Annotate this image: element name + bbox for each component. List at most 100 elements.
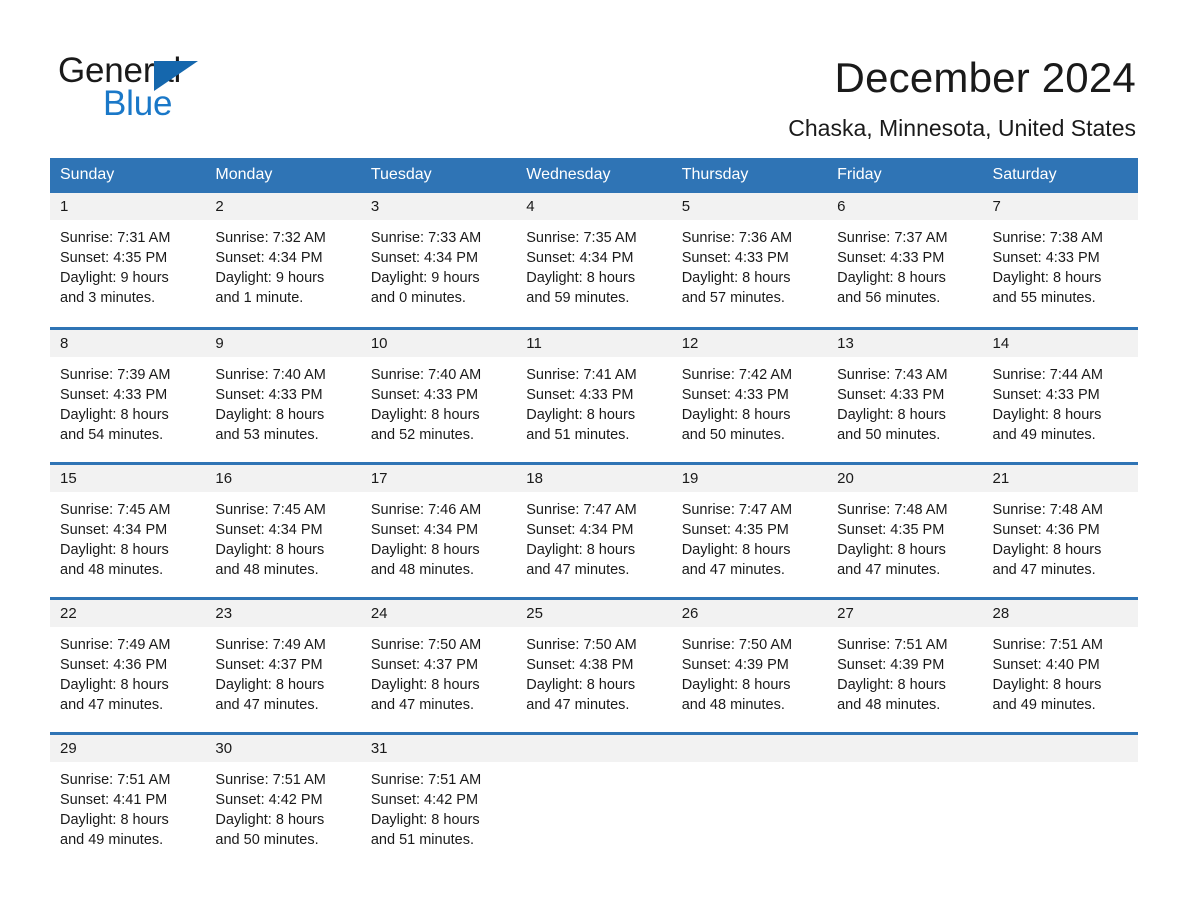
daylight-text-line2: and 47 minutes.	[60, 696, 164, 713]
calendar-day-cell[interactable]: 18 Sunrise: 7:47 AM Sunset: 4:34 PM Dayligh…	[516, 461, 672, 598]
calendar-day-cell[interactable]: 9 Sunrise: 7:40 AM Sunset: 4:33 PM Daylight…	[205, 326, 361, 463]
calendar-day-cell[interactable]: 17 Sunrise: 7:46 AM Sunset: 4:34 PM Dayligh…	[360, 461, 517, 598]
calendar-day-cell[interactable]: 3 Sunrise: 7:33 AM Sunset: 4:34 PM Daylight…	[360, 193, 517, 328]
calendar-day-cell[interactable]: 30 Sunrise: 7:51 AM Sunset: 4:42 PM Dayligh…	[205, 731, 361, 853]
sunrise-text: Sunrise: 7:51 AM	[60, 771, 171, 788]
calendar-container: Sunday Monday Tuesday Wednesday Thursday…	[50, 158, 1138, 853]
day-sun-info: Sunrise: 7:50 AM Sunset: 4:38 PM Daylight:…	[516, 627, 671, 715]
day-sun-info: Sunrise: 7:43 AM Sunset: 4:33 PM Daylight:…	[827, 357, 982, 445]
daylight-text-line2: and 47 minutes.	[526, 696, 630, 713]
calendar-day-cell[interactable]: 31 Sunrise: 7:51 AM Sunset: 4:42 PM Dayligh…	[360, 731, 517, 853]
weekday-header-monday: Monday	[205, 158, 361, 193]
sunrise-text: Sunrise: 7:33 AM	[370, 230, 482, 246]
day-sun-info: Sunrise: 7:42 AM Sunset: 4:33 PM Daylight:…	[672, 357, 827, 445]
daylight-text-line1: Daylight: 8 hours	[215, 676, 325, 693]
calendar-week-row: 15 Sunrise: 7:45 AM Sunset: 4:34 PM Dayligh…	[50, 461, 1138, 598]
day-sun-info: Sunrise: 7:40 AM Sunset: 4:33 PM Daylight:…	[205, 357, 360, 445]
calendar-day-cell[interactable]: 19 Sunrise: 7:47 AM Sunset: 4:35 PM Dayligh…	[671, 461, 828, 598]
day-sun-info: Sunrise: 7:41 AM Sunset: 4:33 PM Daylight:…	[516, 357, 671, 445]
calendar-day-cell[interactable]: 8 Sunrise: 7:39 AM Sunset: 4:33 PM Daylight…	[50, 326, 206, 463]
calendar-day-cell[interactable]: 29 Sunrise: 7:51 AM Sunset: 4:41 PM Dayligh…	[50, 731, 206, 853]
calendar-day-cell[interactable]: 27 Sunrise: 7:51 AM Sunset: 4:39 PM Dayligh…	[827, 596, 983, 733]
daylight-text-line1: Daylight: 9 hours	[370, 270, 480, 286]
day-number: 15	[50, 464, 206, 492]
page-title: December 2024	[834, 54, 1136, 101]
calendar-day-cell[interactable]: 25 Sunrise: 7:50 AM Sunset: 4:38 PM Dayligh…	[516, 596, 672, 733]
sunset-text: Sunset: 4:34 PM	[526, 250, 634, 266]
daylight-text-line1: Daylight: 8 hours	[370, 406, 480, 423]
daylight-text-line1: Daylight: 8 hours	[215, 811, 325, 828]
day-sun-info: Sunrise: 7:45 AM Sunset: 4:34 PM Daylight:…	[205, 492, 360, 580]
calendar-day-cell[interactable]: 21 Sunrise: 7:48 AM Sunset: 4:36 PM Dayligh…	[982, 461, 1138, 598]
sunrise-text: Sunrise: 7:36 AM	[681, 230, 793, 246]
calendar-day-cell[interactable]: 6 Sunrise: 7:37 AM Sunset: 4:33 PM Daylight…	[827, 193, 983, 328]
daylight-text-line2: and 48 minutes.	[370, 561, 475, 578]
daylight-text-line1: Daylight: 8 hours	[992, 541, 1102, 558]
day-sun-info: Sunrise: 7:51 AM Sunset: 4:42 PM Daylight:…	[205, 762, 360, 850]
sunrise-text: Sunrise: 7:51 AM	[370, 771, 482, 788]
daylight-text-line1: Daylight: 8 hours	[60, 811, 169, 828]
daylight-text-line2: and 56 minutes.	[837, 290, 941, 306]
calendar-day-cell[interactable]: 16 Sunrise: 7:45 AM Sunset: 4:34 PM Dayligh…	[205, 461, 361, 598]
day-number: 28	[982, 599, 1138, 627]
daylight-text-line2: and 59 minutes.	[526, 290, 630, 306]
calendar-day-cell[interactable]: 2 Sunrise: 7:32 AM Sunset: 4:34 PM Daylight…	[205, 193, 361, 328]
general-blue-logo[interactable]: General Blue	[58, 52, 318, 132]
daylight-text-line1: Daylight: 8 hours	[215, 541, 325, 558]
sunrise-text: Sunrise: 7:49 AM	[60, 636, 171, 653]
daylight-text-line2: and 48 minutes.	[837, 696, 941, 713]
calendar-day-cell[interactable]: 11 Sunrise: 7:41 AM Sunset: 4:33 PM Dayligh…	[516, 326, 672, 463]
sunset-text: Sunset: 4:33 PM	[681, 386, 789, 403]
calendar-day-cell[interactable]: 15 Sunrise: 7:45 AM Sunset: 4:34 PM Dayligh…	[50, 461, 206, 598]
day-sun-info: Sunrise: 7:31 AM Sunset: 4:35 PM Daylight:…	[50, 220, 205, 308]
day-number	[982, 734, 1138, 762]
day-sun-info: Sunrise: 7:49 AM Sunset: 4:37 PM Daylight:…	[205, 627, 360, 715]
sunrise-text: Sunrise: 7:42 AM	[681, 366, 793, 383]
day-sun-info: Sunrise: 7:51 AM Sunset: 4:42 PM Daylight:…	[361, 762, 516, 850]
calendar-day-cell[interactable]: 7 Sunrise: 7:38 AM Sunset: 4:33 PM Daylight…	[982, 193, 1138, 328]
sunset-text: Sunset: 4:34 PM	[526, 521, 634, 538]
day-number: 22	[50, 599, 206, 627]
sunrise-text: Sunrise: 7:48 AM	[837, 501, 948, 518]
calendar-page: General Blue December 2024 Chaska, Minne…	[0, 0, 1188, 918]
calendar-day-cell[interactable]: 22 Sunrise: 7:49 AM Sunset: 4:36 PM Dayligh…	[50, 596, 206, 733]
daylight-text-line2: and 49 minutes.	[60, 831, 164, 848]
calendar-day-cell[interactable]: 20 Sunrise: 7:48 AM Sunset: 4:35 PM Dayligh…	[827, 461, 983, 598]
calendar-day-cell[interactable]: 13 Sunrise: 7:43 AM Sunset: 4:33 PM Dayligh…	[827, 326, 983, 463]
calendar-day-cell[interactable]: 4 Sunrise: 7:35 AM Sunset: 4:34 PM Daylight…	[516, 193, 672, 328]
calendar-day-cell[interactable]: 12 Sunrise: 7:42 AM Sunset: 4:33 PM Dayligh…	[671, 326, 828, 463]
day-number	[671, 734, 828, 762]
daylight-text-line1: Daylight: 9 hours	[60, 270, 169, 286]
sunrise-text: Sunrise: 7:47 AM	[526, 501, 637, 518]
day-sun-info: Sunrise: 7:39 AM Sunset: 4:33 PM Daylight:…	[50, 357, 205, 445]
calendar-day-cell[interactable]: 1 Sunrise: 7:31 AM Sunset: 4:35 PM Daylight…	[50, 193, 206, 328]
calendar-day-cell[interactable]: 23 Sunrise: 7:49 AM Sunset: 4:37 PM Dayligh…	[205, 596, 361, 733]
calendar-day-cell[interactable]: 5 Sunrise: 7:36 AM Sunset: 4:33 PM Daylight…	[671, 193, 828, 328]
day-number: 24	[360, 599, 517, 627]
sunrise-text: Sunrise: 7:47 AM	[681, 501, 793, 518]
sunset-text: Sunset: 4:42 PM	[370, 791, 479, 808]
daylight-text-line1: Daylight: 8 hours	[837, 541, 946, 558]
sunset-text: Sunset: 4:40 PM	[992, 656, 1100, 673]
daylight-text-line2: and 47 minutes.	[837, 561, 941, 578]
daylight-text-line2: and 48 minutes.	[60, 561, 164, 578]
sunset-text: Sunset: 4:33 PM	[681, 250, 789, 266]
daylight-text-line1: Daylight: 8 hours	[681, 541, 791, 558]
day-number: 10	[360, 329, 517, 357]
day-sun-info: Sunrise: 7:38 AM Sunset: 4:33 PM Daylight:…	[983, 220, 1138, 308]
sunrise-text: Sunrise: 7:37 AM	[837, 230, 948, 246]
calendar-day-cell[interactable]: 24 Sunrise: 7:50 AM Sunset: 4:37 PM Dayligh…	[360, 596, 517, 733]
calendar-day-cell[interactable]: 28 Sunrise: 7:51 AM Sunset: 4:40 PM Dayligh…	[982, 596, 1138, 733]
day-number: 17	[360, 464, 517, 492]
daylight-text-line2: and 1 minute.	[215, 290, 304, 306]
sunset-text: Sunset: 4:39 PM	[681, 656, 789, 673]
day-number: 1	[50, 193, 206, 220]
daylight-text-line2: and 49 minutes.	[992, 696, 1096, 713]
calendar-day-cell[interactable]: 14 Sunrise: 7:44 AM Sunset: 4:33 PM Dayligh…	[982, 326, 1138, 463]
day-number: 20	[827, 464, 983, 492]
sunset-text: Sunset: 4:34 PM	[60, 521, 168, 538]
daylight-text-line1: Daylight: 8 hours	[526, 270, 636, 286]
calendar-day-cell[interactable]: 26 Sunrise: 7:50 AM Sunset: 4:39 PM Dayligh…	[671, 596, 828, 733]
calendar-day-cell[interactable]: 10 Sunrise: 7:40 AM Sunset: 4:33 PM Dayligh…	[360, 326, 517, 463]
day-number: 23	[205, 599, 361, 627]
